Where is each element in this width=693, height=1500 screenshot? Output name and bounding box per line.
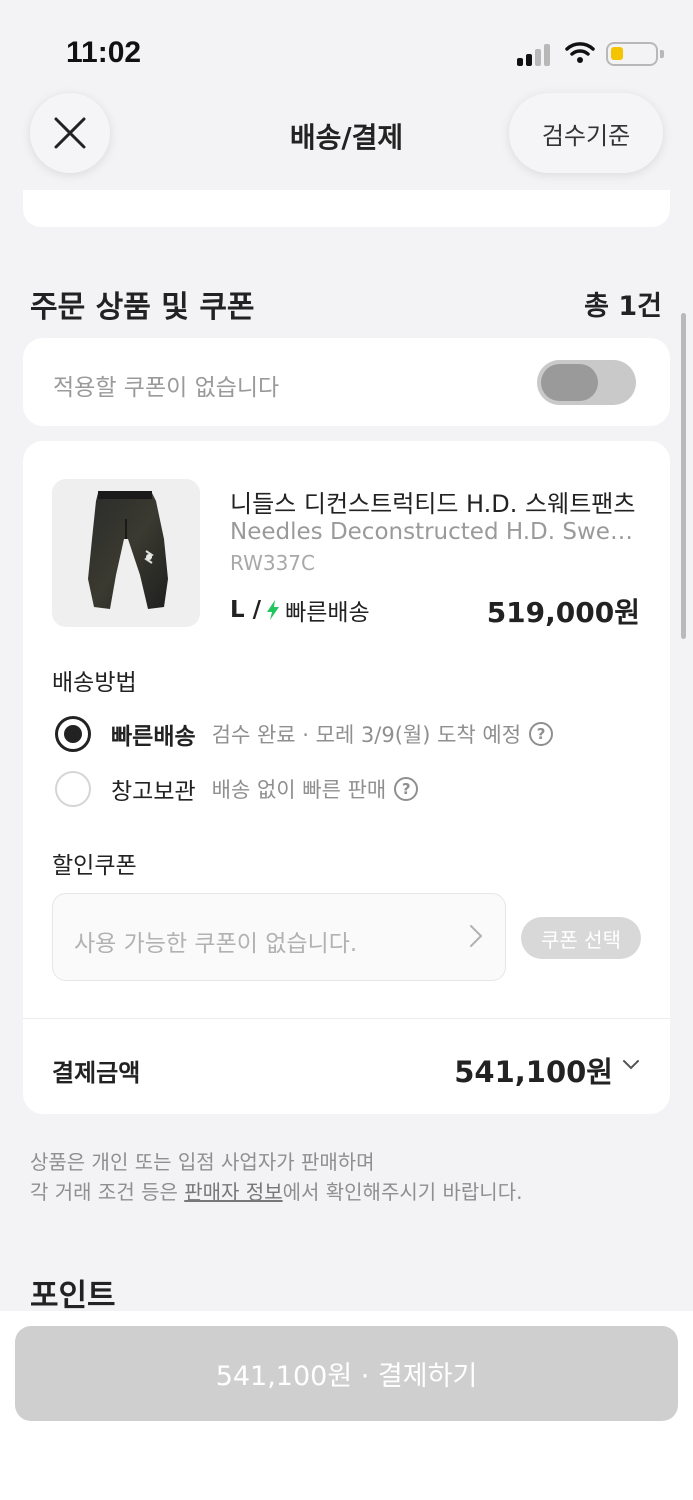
help-icon[interactable]: ?: [394, 777, 419, 801]
checkout-button[interactable]: 541,100원 · 결제하기: [15, 1326, 678, 1421]
status-bar: 11:02: [0, 0, 693, 95]
shipping-option-storage[interactable]: 창고보관 배송 없이 빠른 판매 ?: [55, 771, 419, 807]
product-size: L /: [230, 597, 262, 623]
coupon-select-field[interactable]: 사용 가능한 쿠폰이 없습니다.: [52, 893, 506, 981]
payment-amount-label: 결제금액: [52, 1059, 141, 1087]
points-section-title: 포인트: [30, 1278, 116, 1314]
shipping-method-title: 배송방법: [52, 670, 137, 696]
discount-coupon-title: 할인쿠폰: [52, 853, 137, 879]
coupon-toggle-card: 적용할 쿠폰이 없습니다: [23, 338, 670, 426]
order-section-title: 주문 상품 및 쿠폰: [30, 290, 255, 325]
product-card: 니들스 디컨스트럭티드 H.D. 스웨트팬츠 Needles Deconstru…: [23, 441, 670, 1114]
signal-icon: [517, 42, 553, 66]
sweatpants-image: [88, 491, 168, 609]
divider: [23, 1018, 670, 1019]
battery-icon: [606, 42, 664, 66]
delivery-badge: 빠른배송: [285, 600, 370, 626]
coupon-toggle-switch[interactable]: [537, 360, 636, 405]
product-option: L / 빠른배송: [230, 593, 370, 627]
order-count: 총 1건: [584, 291, 662, 322]
notice-line2: 각 거래 조건 등은 판매자 정보에서 확인해주시기 바랍니다.: [30, 1177, 522, 1207]
wifi-icon: [565, 42, 595, 63]
bottom-bar: 541,100원 · 결제하기: [0, 1311, 693, 1500]
payment-amount-value[interactable]: 541,100원: [454, 1049, 613, 1091]
previous-card-edge: [23, 190, 670, 227]
notice-line1: 상품은 개인 또는 입점 사업자가 판매하며: [30, 1150, 375, 1174]
seller-info-link[interactable]: 판매자 정보: [184, 1180, 282, 1204]
inspection-criteria-button[interactable]: 검수기준: [509, 93, 663, 173]
product-name-en: Needles Deconstructed H.D. Sweat Pants: [230, 519, 640, 545]
radio-selected[interactable]: [55, 716, 91, 752]
product-name-ko[interactable]: 니들스 디컨스트럭티드 H.D. 스웨트팬츠: [230, 484, 650, 519]
shipping-option-fast[interactable]: 빠른배송 검수 완료 · 모레 3/9(월) 도착 예정 ?: [55, 716, 554, 752]
status-time: 11:02: [66, 36, 142, 69]
help-icon[interactable]: ?: [529, 722, 554, 746]
coupon-select-placeholder: 사용 가능한 쿠폰이 없습니다.: [74, 931, 358, 957]
notice-text: 각 거래 조건 등은: [30, 1180, 185, 1204]
chevron-right-icon: [470, 925, 483, 947]
chevron-down-icon[interactable]: [622, 1059, 640, 1071]
coupon-select-button[interactable]: 쿠폰 선택: [521, 917, 641, 959]
product-price: 519,000원: [486, 596, 640, 629]
scrollbar[interactable]: [681, 313, 686, 639]
shipping-option-label: 창고보관: [111, 779, 196, 805]
toggle-knob: [541, 364, 598, 401]
shipping-option-desc: 검수 완료 · 모레 3/9(월) 도착 예정: [211, 723, 522, 747]
product-code: RW337C: [230, 551, 315, 575]
radio-unselected[interactable]: [55, 771, 91, 807]
coupon-toggle-label: 적용할 쿠폰이 없습니다: [53, 375, 280, 401]
seller-notice: 상품은 개인 또는 입점 사업자가 판매하며 각 거래 조건 등은 판매자 정보…: [30, 1147, 522, 1207]
product-image[interactable]: [52, 479, 200, 627]
lightning-icon: [267, 600, 280, 620]
notice-text: 에서 확인해주시기 바랍니다.: [282, 1180, 523, 1204]
shipping-option-label: 빠른배송: [111, 724, 196, 750]
shipping-option-desc: 배송 없이 빠른 판매: [211, 778, 387, 802]
